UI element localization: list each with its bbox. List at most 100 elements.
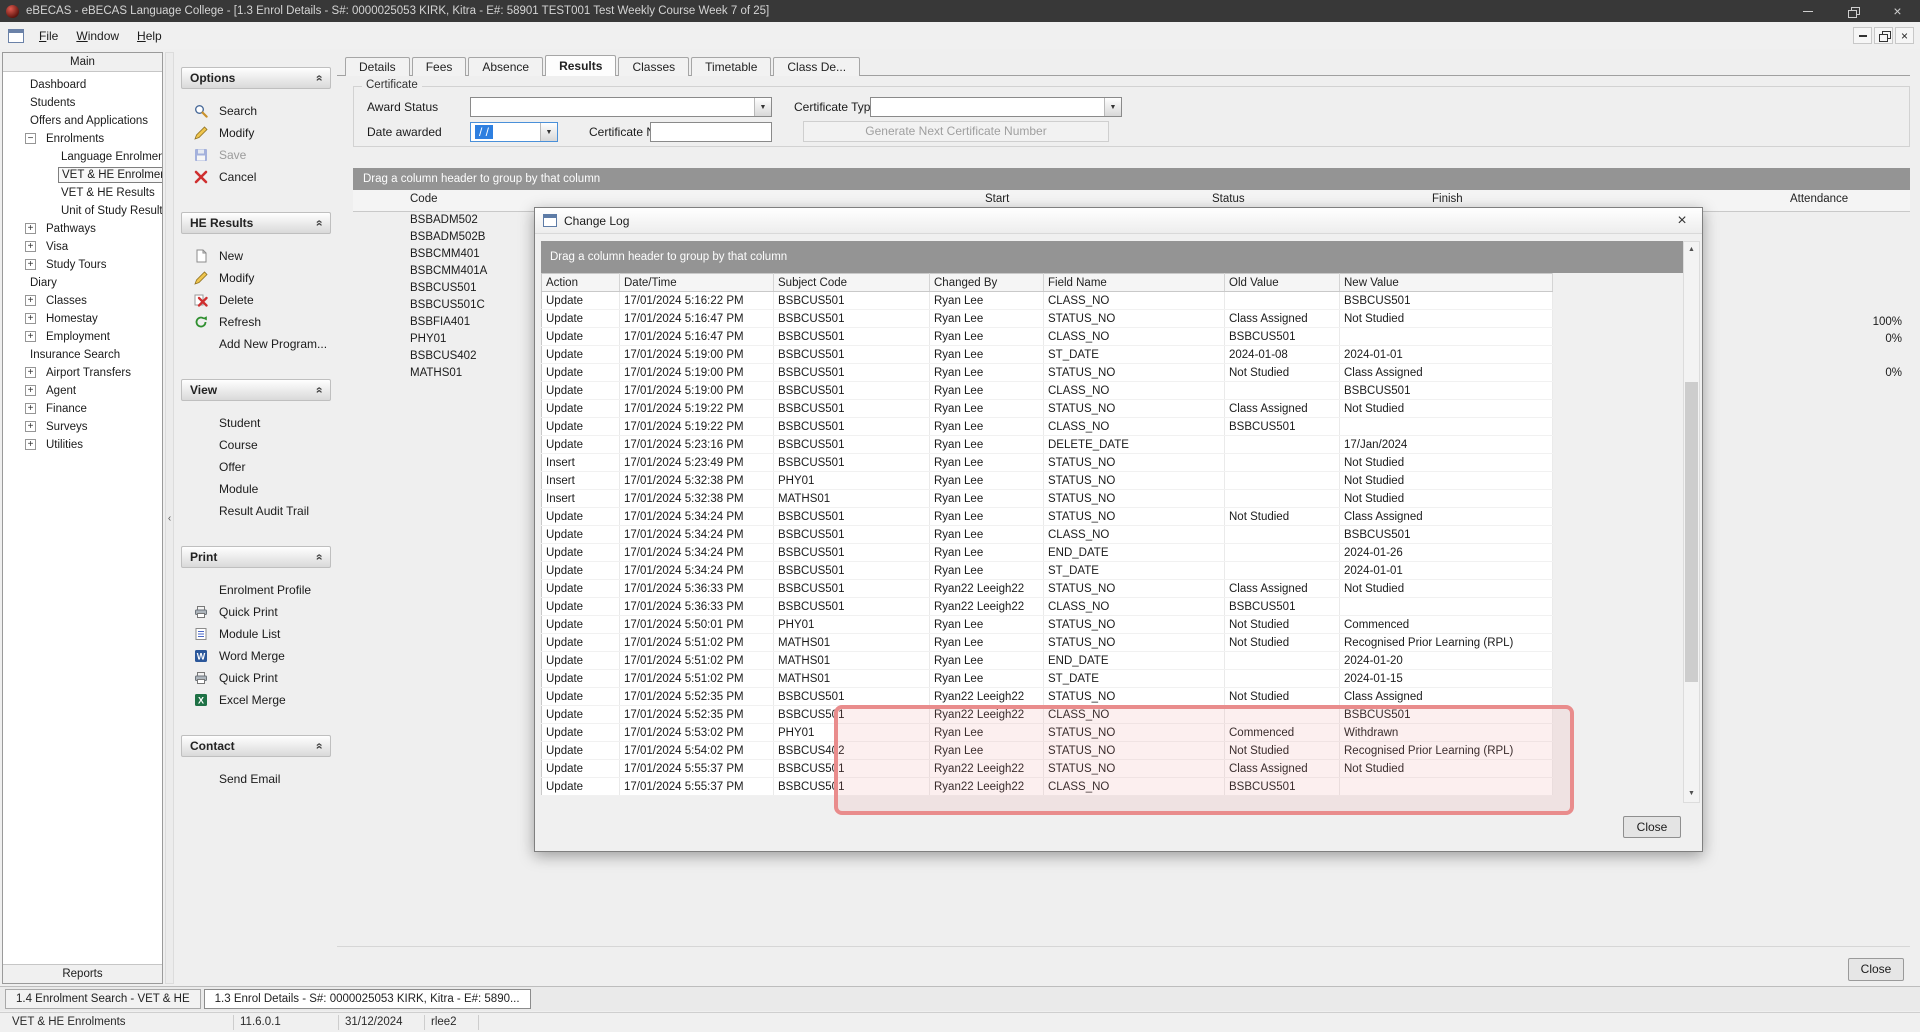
- changelog-row[interactable]: Update17/01/2024 5:34:24 PMBSBCUS501Ryan…: [542, 562, 1553, 580]
- changelog-column-changed-by[interactable]: Changed By: [930, 274, 1044, 292]
- changelog-row[interactable]: Update17/01/2024 5:16:22 PMBSBCUS501Ryan…: [542, 292, 1553, 310]
- section-header-options[interactable]: Options»: [181, 67, 331, 89]
- award-status-combo[interactable]: ▼: [470, 97, 772, 117]
- dropdown-arrow-icon[interactable]: ▼: [540, 123, 557, 141]
- child-restore-button[interactable]: [1874, 27, 1893, 44]
- child-minimize-button[interactable]: [1853, 27, 1872, 44]
- nav-item-vet-he-results[interactable]: VET & HE Results: [3, 184, 162, 202]
- grid-column-finish[interactable]: Finish: [1432, 193, 1463, 205]
- changelog-row[interactable]: Insert17/01/2024 5:32:38 PMMATHS01Ryan L…: [542, 490, 1553, 508]
- action-quick-print[interactable]: Quick Print: [181, 667, 331, 689]
- nav-item-pathways[interactable]: +Pathways: [3, 220, 162, 238]
- menu-window[interactable]: Window: [67, 25, 128, 47]
- dialog-close-icon[interactable]: ×: [1670, 212, 1694, 230]
- action-new[interactable]: New: [181, 245, 331, 267]
- menu-help[interactable]: Help: [128, 25, 171, 47]
- certificate-no-input[interactable]: [650, 122, 772, 142]
- section-header-he-results[interactable]: HE Results»: [181, 212, 331, 234]
- collapse-section-icon[interactable]: »: [312, 387, 326, 394]
- nav-item-visa[interactable]: +Visa: [3, 238, 162, 256]
- dialog-title-bar[interactable]: Change Log ×: [535, 208, 1702, 234]
- changelog-row[interactable]: Update17/01/2024 5:51:02 PMMATHS01Ryan L…: [542, 652, 1553, 670]
- tab-timetable[interactable]: Timetable: [691, 57, 771, 76]
- changelog-row[interactable]: Update17/01/2024 5:16:47 PMBSBCUS501Ryan…: [542, 328, 1553, 346]
- action-student[interactable]: Student: [181, 412, 331, 434]
- nav-item-insurance-search[interactable]: Insurance Search: [3, 346, 162, 364]
- action-quick-print[interactable]: Quick Print: [181, 601, 331, 623]
- expand-node-icon[interactable]: +: [25, 385, 36, 396]
- collapse-section-icon[interactable]: »: [312, 220, 326, 227]
- nav-item-study-tours[interactable]: +Study Tours: [3, 256, 162, 274]
- tab-classes[interactable]: Classes: [618, 57, 689, 76]
- changelog-row[interactable]: Update17/01/2024 5:16:47 PMBSBCUS501Ryan…: [542, 310, 1553, 328]
- changelog-row[interactable]: Update17/01/2024 5:55:37 PMBSBCUS501Ryan…: [542, 778, 1553, 796]
- tab-absence[interactable]: Absence: [468, 57, 543, 76]
- action-refresh[interactable]: Refresh: [181, 311, 331, 333]
- action-result-audit-trail[interactable]: Result Audit Trail: [181, 500, 331, 522]
- changelog-row[interactable]: Update17/01/2024 5:51:02 PMMATHS01Ryan L…: [542, 670, 1553, 688]
- grid-column-attendance[interactable]: Attendance: [1790, 193, 1848, 205]
- nav-item-language-enrolments[interactable]: Language Enrolments: [3, 148, 162, 166]
- changelog-row[interactable]: Update17/01/2024 5:34:24 PMBSBCUS501Ryan…: [542, 508, 1553, 526]
- nav-item-finance[interactable]: +Finance: [3, 400, 162, 418]
- nav-header[interactable]: Main: [3, 53, 162, 72]
- changelog-column-subject-code[interactable]: Subject Code: [774, 274, 930, 292]
- changelog-column-old-value[interactable]: Old Value: [1225, 274, 1340, 292]
- nav-item-diary[interactable]: Diary: [3, 274, 162, 292]
- nav-item-enrolments[interactable]: −Enrolments: [3, 130, 162, 148]
- collapse-section-icon[interactable]: »: [312, 554, 326, 561]
- changelog-row[interactable]: Update17/01/2024 5:53:02 PMPHY01Ryan Lee…: [542, 724, 1553, 742]
- child-window-icon[interactable]: [8, 29, 24, 43]
- expand-node-icon[interactable]: +: [25, 331, 36, 342]
- section-header-print[interactable]: Print»: [181, 546, 331, 568]
- action-excel-merge[interactable]: XExcel Merge: [181, 689, 331, 711]
- changelog-row[interactable]: Update17/01/2024 5:19:22 PMBSBCUS501Ryan…: [542, 418, 1553, 436]
- changelog-row[interactable]: Update17/01/2024 5:34:24 PMBSBCUS501Ryan…: [542, 526, 1553, 544]
- changelog-row[interactable]: Update17/01/2024 5:55:37 PMBSBCUS501Ryan…: [542, 760, 1553, 778]
- nav-item-homestay[interactable]: +Homestay: [3, 310, 162, 328]
- changelog-row[interactable]: Insert17/01/2024 5:23:49 PMBSBCUS501Ryan…: [542, 454, 1553, 472]
- nav-item-airport-transfers[interactable]: +Airport Transfers: [3, 364, 162, 382]
- changelog-row[interactable]: Update17/01/2024 5:19:22 PMBSBCUS501Ryan…: [542, 400, 1553, 418]
- action-modify[interactable]: Modify: [181, 122, 331, 144]
- dropdown-arrow-icon[interactable]: ▼: [1104, 98, 1121, 116]
- tab-details[interactable]: Details: [345, 57, 410, 76]
- expand-node-icon[interactable]: +: [25, 367, 36, 378]
- action-search[interactable]: Search: [181, 100, 331, 122]
- tab-fees[interactable]: Fees: [412, 57, 467, 76]
- tab-class-de[interactable]: Class De...: [773, 57, 860, 76]
- scroll-down-icon[interactable]: ▼: [1684, 786, 1699, 802]
- nav-footer-reports[interactable]: Reports: [3, 964, 162, 983]
- action-cancel[interactable]: Cancel: [181, 166, 331, 188]
- window-tab-enrolment-search[interactable]: 1.4 Enrolment Search - VET & HE: [5, 989, 201, 1009]
- nav-collapse-strip[interactable]: ‹: [165, 52, 174, 984]
- action-add-new-program[interactable]: Add New Program...: [181, 333, 331, 355]
- close-button[interactable]: Close: [1848, 958, 1904, 981]
- action-modify[interactable]: Modify: [181, 267, 331, 289]
- nav-item-dashboard[interactable]: Dashboard: [3, 76, 162, 94]
- section-header-contact[interactable]: Contact»: [181, 735, 331, 757]
- vertical-scrollbar[interactable]: ▲ ▼: [1683, 241, 1700, 803]
- changelog-row[interactable]: Update17/01/2024 5:19:00 PMBSBCUS501Ryan…: [542, 382, 1553, 400]
- action-word-merge[interactable]: WWord Merge: [181, 645, 331, 667]
- nav-item-agent[interactable]: +Agent: [3, 382, 162, 400]
- close-window-button[interactable]: ×: [1875, 0, 1920, 22]
- action-module-list[interactable]: Module List: [181, 623, 331, 645]
- nav-item-surveys[interactable]: +Surveys: [3, 418, 162, 436]
- action-enrolment-profile[interactable]: Enrolment Profile: [181, 579, 331, 601]
- changelog-column-field-name[interactable]: Field Name: [1044, 274, 1225, 292]
- scroll-up-icon[interactable]: ▲: [1684, 242, 1699, 258]
- changelog-row[interactable]: Update17/01/2024 5:19:00 PMBSBCUS501Ryan…: [542, 364, 1553, 382]
- section-header-view[interactable]: View»: [181, 379, 331, 401]
- changelog-row[interactable]: Update17/01/2024 5:52:35 PMBSBCUS501Ryan…: [542, 688, 1553, 706]
- changelog-row[interactable]: Update17/01/2024 5:19:00 PMBSBCUS501Ryan…: [542, 346, 1553, 364]
- collapse-section-icon[interactable]: »: [312, 743, 326, 750]
- dropdown-arrow-icon[interactable]: ▼: [754, 98, 771, 116]
- menu-file[interactable]: File: [30, 25, 67, 47]
- action-offer[interactable]: Offer: [181, 456, 331, 478]
- action-module[interactable]: Module: [181, 478, 331, 500]
- expand-node-icon[interactable]: +: [25, 421, 36, 432]
- nav-item-offers-and-applications[interactable]: Offers and Applications: [3, 112, 162, 130]
- expand-node-icon[interactable]: +: [25, 241, 36, 252]
- certificate-type-combo[interactable]: ▼: [870, 97, 1122, 117]
